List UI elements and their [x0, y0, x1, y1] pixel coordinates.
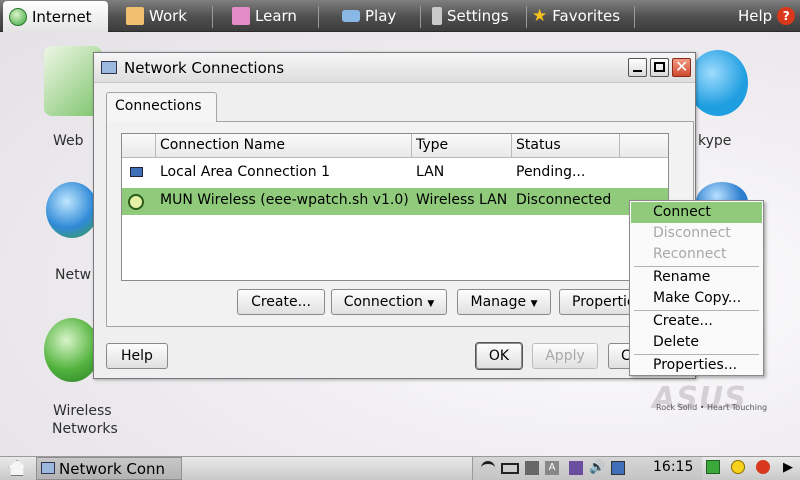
- network-connections-dialog: Network Connections ✕ Connection Name Ty…: [93, 52, 696, 379]
- wifi-icon[interactable]: [481, 461, 495, 475]
- tab-learn[interactable]: Learn: [226, 0, 316, 32]
- connection-menu-button[interactable]: Connection ▼: [331, 289, 447, 315]
- wireless-label-2: Networks: [52, 421, 118, 437]
- help-button[interactable]: Help: [106, 343, 168, 369]
- tab-connections[interactable]: Connections: [106, 92, 217, 122]
- network-icon[interactable]: [525, 461, 539, 475]
- network-computers-icon: [101, 61, 117, 74]
- create-button[interactable]: Create...: [237, 289, 325, 315]
- network-label: Netw: [55, 267, 92, 283]
- tab-play[interactable]: Play: [336, 0, 416, 32]
- minimize-button[interactable]: [628, 58, 647, 77]
- network-globe-icon[interactable]: [46, 182, 98, 238]
- wireless-label-1: Wireless: [53, 403, 112, 419]
- menu-item-disconnect[interactable]: Disconnect: [631, 223, 762, 244]
- tab-separator: [634, 6, 635, 28]
- menu-item-create[interactable]: Create...: [631, 311, 762, 332]
- wireless-networks-icon[interactable]: [44, 318, 100, 382]
- wireless-antenna-icon: [128, 194, 144, 210]
- taskbar-window-button[interactable]: Network Conn: [36, 457, 182, 480]
- asus-tagline: Rock Solid • Heart Touching: [656, 403, 768, 412]
- menu-item-reconnect[interactable]: Reconnect: [631, 244, 762, 265]
- tab-separator: [212, 6, 213, 28]
- star-icon: ★: [532, 6, 548, 26]
- column-header-filler: [620, 134, 668, 158]
- connections-panel: Connection Name Type Status Local Area C…: [106, 121, 694, 327]
- column-header-name[interactable]: Connection Name: [156, 134, 412, 158]
- book-icon: [232, 7, 250, 25]
- web-label: Web: [53, 133, 84, 149]
- skype-label: kype: [698, 133, 732, 149]
- tab-settings[interactable]: Settings: [426, 0, 526, 32]
- help-icon: ?: [777, 7, 796, 25]
- smiley-icon[interactable]: [731, 460, 745, 474]
- tab-favorites[interactable]: ★ Favorites: [526, 0, 636, 32]
- tab-help[interactable]: Help ?: [732, 0, 800, 32]
- dialog-titlebar[interactable]: Network Connections ✕: [94, 53, 695, 83]
- menu-item-properties[interactable]: Properties...: [631, 355, 762, 376]
- monitor-icon: [130, 167, 143, 177]
- column-header-type[interactable]: Type: [412, 134, 512, 158]
- power-icon[interactable]: [756, 460, 770, 474]
- battery-icon[interactable]: [501, 463, 519, 474]
- minimize-icon: [633, 70, 642, 72]
- tab-internet[interactable]: Internet: [3, 1, 108, 32]
- keyboard-icon[interactable]: [569, 461, 583, 475]
- monitor-tray-icon[interactable]: [611, 461, 625, 475]
- home-icon[interactable]: [8, 460, 26, 476]
- dropdown-arrow-icon: ▼: [530, 299, 538, 309]
- apply-button[interactable]: Apply: [532, 343, 598, 369]
- volume-icon[interactable]: 🔊: [589, 461, 605, 475]
- tab-separator: [420, 6, 421, 28]
- column-header-status[interactable]: Status: [512, 134, 620, 158]
- grid-icon[interactable]: [706, 460, 720, 474]
- language-icon[interactable]: A: [545, 461, 559, 475]
- close-icon: ✕: [675, 57, 689, 76]
- maximize-button[interactable]: [650, 58, 669, 77]
- clock: 16:15: [653, 459, 694, 475]
- table-row[interactable]: Local Area Connection 1 LAN Pending...: [122, 160, 668, 187]
- skype-icon[interactable]: [688, 50, 748, 116]
- menu-item-make-copy[interactable]: Make Copy...: [631, 288, 762, 309]
- menu-item-rename[interactable]: Rename: [631, 267, 762, 288]
- column-header-icon[interactable]: [122, 134, 156, 158]
- dropdown-arrow-icon: ▼: [427, 299, 435, 309]
- connections-list[interactable]: Connection Name Type Status Local Area C…: [121, 133, 669, 281]
- gamepad-icon: [342, 10, 360, 22]
- network-computers-icon: [41, 462, 55, 474]
- ok-button[interactable]: OK: [476, 343, 522, 369]
- wrench-icon: [432, 7, 442, 25]
- menu-item-delete[interactable]: Delete: [631, 332, 762, 353]
- globe-icon: [9, 7, 27, 26]
- tab-separator: [318, 6, 319, 28]
- top-tab-bar: Internet Work Learn Play Settings ★ Favo…: [0, 0, 800, 32]
- table-row-selected[interactable]: MUN Wireless (eee-wpatch.sh v1.0) Wirele…: [122, 188, 668, 215]
- maximize-icon: [654, 62, 665, 72]
- tab-work[interactable]: Work: [120, 0, 210, 32]
- menu-item-connect[interactable]: Connect: [631, 202, 762, 223]
- pencil-notebook-icon: [126, 7, 144, 25]
- dialog-title: Network Connections: [124, 59, 285, 77]
- close-window-button[interactable]: ✕: [672, 57, 691, 77]
- manage-menu-button[interactable]: Manage ▼: [457, 289, 551, 315]
- context-menu: Connect Disconnect Reconnect Rename Make…: [629, 200, 764, 376]
- arrow-right-icon[interactable]: ▶: [783, 460, 793, 475]
